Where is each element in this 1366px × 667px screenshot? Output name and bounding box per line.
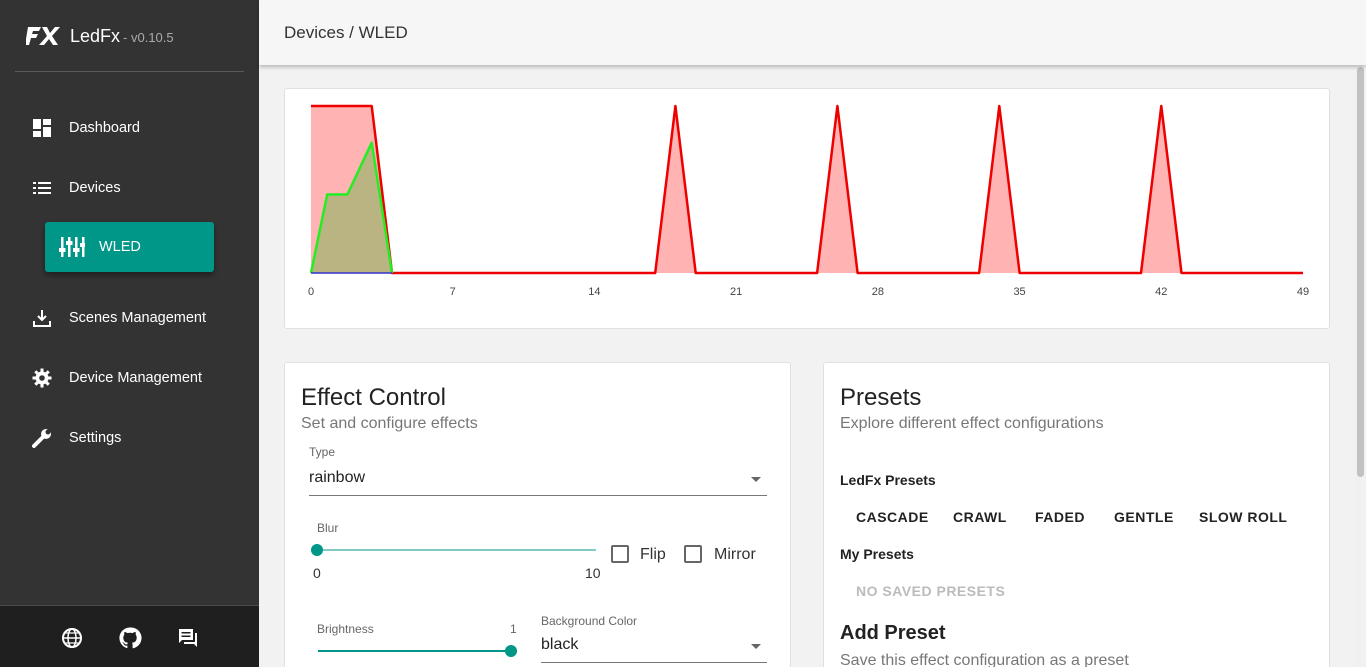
sidebar-item-label: Scenes Management xyxy=(69,310,207,326)
flip-label: Flip xyxy=(640,546,666,563)
series-0-area xyxy=(311,106,1303,273)
sidebar-item-label: Device Management xyxy=(69,370,202,386)
blur-max: 10 xyxy=(585,565,601,581)
card-title: Presets xyxy=(840,384,922,411)
background-color-value: black xyxy=(541,636,579,653)
preset-button-crawl[interactable]: CRAWL xyxy=(953,509,1007,525)
sidebar-item-label: Devices xyxy=(69,180,121,196)
blur-min: 0 xyxy=(313,565,321,581)
flip-checkbox[interactable] xyxy=(611,545,629,563)
no-saved-presets: NO SAVED PRESETS xyxy=(856,583,1006,599)
scrollbar[interactable] xyxy=(1355,67,1366,667)
x-tick-label: 14 xyxy=(588,286,600,298)
blur-slider-thumb[interactable] xyxy=(311,544,323,556)
effect-control-card: Effect Control Set and configure effects… xyxy=(284,362,791,667)
x-tick-label: 0 xyxy=(308,286,314,298)
chevron-down-icon xyxy=(751,644,761,649)
card-subtitle: Explore different effect configurations xyxy=(840,415,1104,432)
sidebar-footer xyxy=(0,605,259,667)
app-name: LedFx xyxy=(70,25,121,46)
sidebar-item-devices[interactable]: Devices xyxy=(0,166,259,210)
sidebar: LedFx - v0.10.5 Dashboard Devices WLED S… xyxy=(0,0,259,667)
x-tick-label: 28 xyxy=(872,286,884,298)
mirror-checkbox[interactable] xyxy=(684,545,702,563)
brightness-label: Brightness xyxy=(317,622,374,636)
brightness-slider-track[interactable] xyxy=(318,650,517,652)
blur-label: Blur xyxy=(317,521,339,535)
list-icon xyxy=(31,177,53,199)
mirror-label: Mirror xyxy=(714,546,756,563)
preset-button-gentle[interactable]: GENTLE xyxy=(1114,509,1174,525)
app-version: - v0.10.5 xyxy=(123,30,174,45)
type-label: Type xyxy=(309,445,336,459)
x-tick-label: 21 xyxy=(730,286,742,298)
brightness-slider-thumb[interactable] xyxy=(505,645,517,657)
brightness-value: 1 xyxy=(510,622,517,636)
equalizer-icon xyxy=(59,234,85,260)
pixel-chart: 0 7 14 21 28 35 42 49 xyxy=(308,104,1309,298)
github-icon[interactable] xyxy=(118,626,142,650)
sidebar-item-settings[interactable]: Settings xyxy=(0,416,259,460)
download-icon xyxy=(31,307,53,329)
x-tick-label: 42 xyxy=(1155,286,1167,298)
breadcrumb: Devices / WLED xyxy=(284,23,408,42)
chevron-down-icon xyxy=(751,477,761,482)
sidebar-item-device-management[interactable]: Device Management xyxy=(0,356,259,400)
sidebar-item-dashboard[interactable]: Dashboard xyxy=(0,106,259,150)
globe-icon[interactable] xyxy=(60,626,84,650)
preset-button-slow-roll[interactable]: SLOW ROLL xyxy=(1199,509,1288,525)
preset-button-cascade[interactable]: CASCADE xyxy=(856,509,929,525)
app-header: Devices / WLED xyxy=(259,0,1366,65)
sidebar-item-label: Settings xyxy=(69,430,122,446)
divider xyxy=(15,71,244,72)
background-color-select[interactable]: black xyxy=(541,636,767,663)
wrench-icon xyxy=(31,427,53,449)
chat-icon[interactable] xyxy=(176,626,200,650)
pixel-chart-card: 0 7 14 21 28 35 42 49 xyxy=(284,88,1330,329)
card-title: Effect Control xyxy=(301,384,446,411)
gear-icon xyxy=(31,367,53,389)
x-tick-label: 7 xyxy=(450,286,456,298)
sidebar-item-label: Dashboard xyxy=(69,120,140,136)
add-preset-subtitle: Save this effect configuration as a pres… xyxy=(840,652,1129,667)
x-tick-label: 49 xyxy=(1297,286,1309,298)
sidebar-item-scenes-management[interactable]: Scenes Management xyxy=(0,296,259,340)
presets-card: Presets Explore different effect configu… xyxy=(823,362,1330,667)
x-tick-label: 35 xyxy=(1013,286,1025,298)
ledfx-presets-label: LedFx Presets xyxy=(840,472,936,488)
preset-button-faded[interactable]: FADED xyxy=(1035,509,1085,525)
sidebar-item-label: WLED xyxy=(99,239,141,255)
brand[interactable]: LedFx - v0.10.5 xyxy=(26,22,174,50)
my-presets-label: My Presets xyxy=(840,546,914,562)
effect-type-value: rainbow xyxy=(309,469,366,486)
dashboard-icon xyxy=(31,117,53,139)
add-preset-title: Add Preset xyxy=(840,622,946,644)
sidebar-item-wled[interactable]: WLED xyxy=(45,222,214,272)
scrollbar-thumb[interactable] xyxy=(1357,67,1364,477)
blur-slider-track[interactable] xyxy=(317,549,596,551)
effect-type-select[interactable]: rainbow xyxy=(309,469,767,496)
ledfx-logo-icon xyxy=(26,27,60,45)
card-subtitle: Set and configure effects xyxy=(301,415,478,432)
background-color-label: Background Color xyxy=(541,614,638,628)
